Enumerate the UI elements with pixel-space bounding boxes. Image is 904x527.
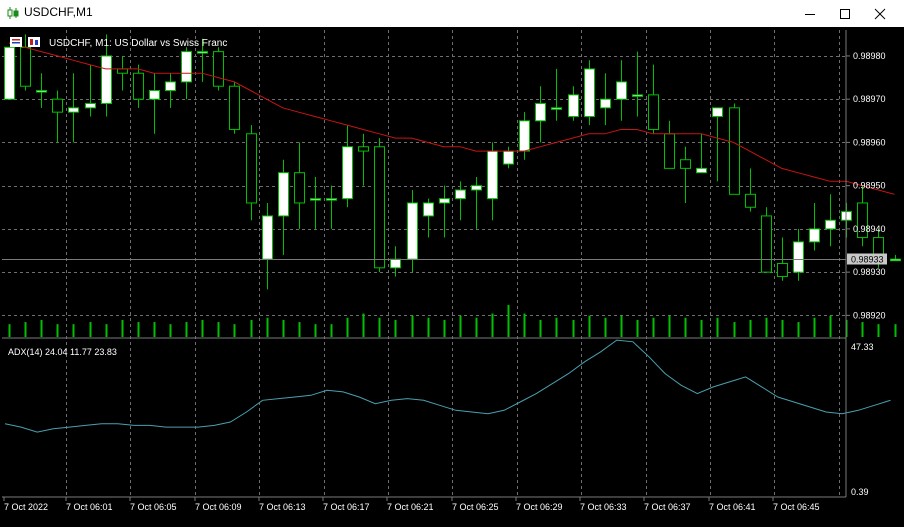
maximize-button[interactable] (828, 0, 862, 27)
minimize-icon (805, 13, 815, 15)
time-label: 7 Oct 06:37 (644, 502, 691, 512)
chart-window[interactable]: 0.98980 0.98970 0.98960 0.98950 0.98940 0.989… (0, 27, 904, 527)
time-axis: 7 Oct 2022 7 Oct 06:01 7 Oct 06:05 7 Oct 06… (3, 497, 820, 512)
price-label: 0.98930 (853, 267, 886, 277)
adx-axis-bottom: 0.39 (851, 487, 869, 497)
price-label: 0.98960 (853, 137, 886, 147)
price-axis: 0.98980 0.98970 0.98960 0.98950 0.98940 0.989… (846, 51, 886, 320)
window-titlebar: USDCHF,M1 (0, 0, 904, 27)
price-label: 0.98970 (853, 94, 886, 104)
time-label: 7 Oct 2022 (4, 502, 48, 512)
close-icon (874, 8, 886, 19)
price-label: 0.98920 (853, 310, 886, 320)
price-label: 0.98980 (853, 51, 886, 61)
time-label: 7 Oct 06:41 (709, 502, 756, 512)
time-label: 7 Oct 06:45 (773, 502, 820, 512)
time-label: 7 Oct 06:29 (516, 502, 563, 512)
price-label: 0.98940 (853, 224, 886, 234)
window-title: USDCHF,M1 (24, 5, 93, 19)
time-label: 7 Oct 06:01 (66, 502, 113, 512)
candlestick-chart-icon (7, 7, 19, 19)
time-label: 7 Oct 06:21 (387, 502, 434, 512)
time-label: 7 Oct 06:17 (323, 502, 370, 512)
minimize-button[interactable] (793, 0, 827, 27)
adx-axis-top: 47.33 (851, 342, 874, 352)
time-label: 7 Oct 06:05 (130, 502, 177, 512)
candle-bear (873, 237, 884, 256)
candle-bull (890, 258, 901, 262)
maximize-icon (840, 8, 850, 19)
close-button[interactable] (863, 0, 897, 27)
chart-frame (2, 29, 847, 498)
current-price-text: 0.98933 (851, 255, 884, 265)
time-label: 7 Oct 06:25 (452, 502, 499, 512)
time-label: 7 Oct 06:09 (195, 502, 242, 512)
time-label: 7 Oct 06:33 (580, 502, 627, 512)
time-label: 7 Oct 06:13 (259, 502, 306, 512)
price-label: 0.98950 (853, 181, 886, 191)
current-price-badge: 0.98933 (847, 253, 887, 265)
